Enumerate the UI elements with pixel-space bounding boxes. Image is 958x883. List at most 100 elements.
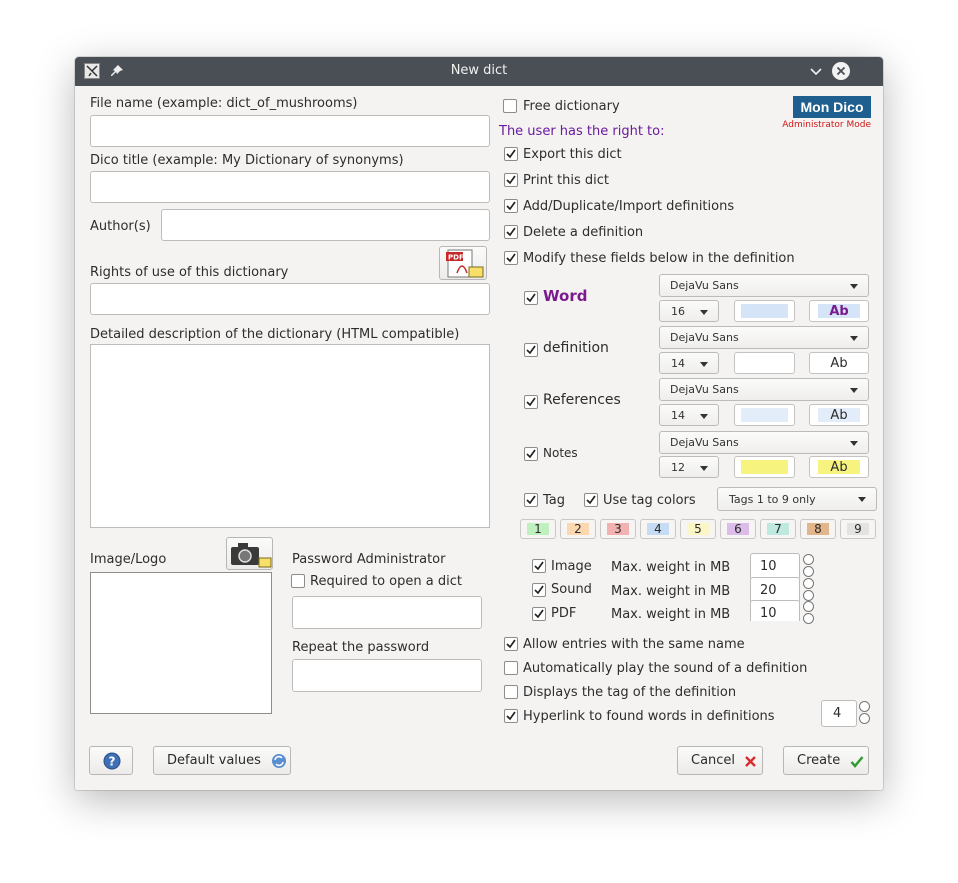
notes-size-select[interactable]: 12 [659,456,719,478]
export-checkbox[interactable] [504,147,518,161]
pdf-weight-stepper[interactable] [803,601,814,625]
word-bg-color-button[interactable] [734,300,795,322]
tag-button-6[interactable]: 6 [720,519,756,539]
refresh-icon [272,754,286,768]
svg-text:PDF: PDF [448,254,464,262]
word-style-button[interactable]: Ab [809,300,869,322]
pdf-weight-input[interactable]: 10 [750,600,800,621]
chevron-down-icon [700,466,708,471]
word-field-checkbox[interactable] [524,291,538,305]
references-style-button[interactable]: Ab [809,404,869,426]
decrement-icon[interactable] [803,590,814,601]
notes-style-button[interactable]: Ab [809,456,869,478]
references-bg-color-button[interactable] [734,404,795,426]
delete-definition-checkbox[interactable] [504,225,518,239]
use-tag-colors-checkbox[interactable] [584,493,598,507]
tag-button-3[interactable]: 3 [600,519,636,539]
definition-font-select[interactable]: DejaVu Sans [659,326,869,349]
display-tag-checkbox[interactable] [504,685,518,699]
print-checkbox[interactable] [504,173,518,187]
tag-button-8[interactable]: 8 [800,519,836,539]
chevron-down-icon[interactable] [809,65,823,79]
word-size-select[interactable]: 16 [659,300,719,322]
decrement-icon[interactable] [859,713,870,724]
authors-input[interactable] [161,209,490,241]
tag-button-1[interactable]: 1 [520,519,556,539]
definition-font-value: DejaVu Sans [670,331,739,344]
notes-bg-color-button[interactable] [734,456,795,478]
word-size-value: 16 [671,305,685,318]
definition-bg-swatch [741,356,788,370]
create-label: Create [797,753,841,768]
choose-image-button[interactable] [226,537,273,570]
image-media-label: Image [551,559,592,574]
delete-definition-label: Delete a definition [523,225,644,240]
tag-button-7[interactable]: 7 [760,519,796,539]
word-style-sample: Ab [818,304,860,319]
tag-5-label: 5 [687,523,709,536]
chevron-down-icon [850,441,858,446]
free-dictionary-checkbox[interactable] [503,99,517,113]
chevron-down-icon [700,414,708,419]
same-name-label: Allow entries with the same name [523,637,745,652]
increment-icon[interactable] [859,701,870,712]
definition-bg-color-button[interactable] [734,352,795,374]
tag-checkbox[interactable] [524,493,538,507]
definition-field-checkbox[interactable] [524,343,538,357]
references-style-sample: Ab [818,408,860,423]
add-definitions-checkbox[interactable] [504,199,518,213]
cancel-button[interactable]: Cancel [677,746,763,775]
notes-style-sample: Ab [818,460,860,475]
definition-size-select[interactable]: 14 [659,352,719,374]
hyperlink-checkbox[interactable] [504,709,518,723]
create-button[interactable]: Create [783,746,869,775]
sound-media-checkbox[interactable] [532,583,546,597]
tag-button-5[interactable]: 5 [680,519,716,539]
definition-style-button[interactable]: Ab [809,352,869,374]
required-checkbox[interactable] [291,574,305,588]
autoplay-sound-checkbox[interactable] [504,661,518,675]
pdf-media-checkbox[interactable] [532,607,546,621]
image-logo-preview[interactable] [90,572,272,714]
references-size-select[interactable]: 14 [659,404,719,426]
chevron-down-icon [700,310,708,315]
tags-range-select[interactable]: Tags 1 to 9 only [717,487,877,511]
image-weight-stepper[interactable] [803,554,814,578]
close-icon[interactable] [832,62,850,80]
default-values-button[interactable]: Default values [153,746,291,775]
notes-field-checkbox[interactable] [524,447,538,461]
increment-icon[interactable] [803,601,814,612]
tag-button-2[interactable]: 2 [560,519,596,539]
dico-title-input[interactable] [90,171,490,203]
sound-weight-value: 20 [760,583,777,598]
tag-button-9[interactable]: 9 [840,519,876,539]
modify-fields-checkbox[interactable] [504,251,518,265]
decrement-icon[interactable] [803,613,814,624]
references-field-label: References [543,392,621,408]
image-media-checkbox[interactable] [532,559,546,573]
decrement-icon[interactable] [803,566,814,577]
password-input[interactable] [292,596,482,629]
chevron-down-icon [850,336,858,341]
word-bg-swatch [741,304,788,318]
checkmark-icon [850,756,864,768]
description-textarea[interactable] [90,344,490,528]
increment-icon[interactable] [803,554,814,565]
increment-icon[interactable] [803,578,814,589]
import-pdf-button[interactable]: PDF [439,246,487,280]
references-field-checkbox[interactable] [524,395,538,409]
hyperlink-count-input[interactable]: 4 [821,700,857,727]
sound-weight-stepper[interactable] [803,578,814,602]
dico-title-label: Dico title (example: My Dictionary of sy… [90,153,404,168]
file-name-input[interactable] [90,115,490,147]
word-font-select[interactable]: DejaVu Sans [659,274,869,297]
same-name-checkbox[interactable] [504,637,518,651]
tag-button-4[interactable]: 4 [640,519,676,539]
image-weight-input[interactable]: 10 [750,553,800,580]
rights-input[interactable] [90,283,490,315]
hyperlink-count-stepper[interactable] [859,701,870,725]
references-font-select[interactable]: DejaVu Sans [659,378,869,401]
help-button[interactable]: ? [89,746,133,775]
repeat-password-input[interactable] [292,659,482,692]
notes-font-select[interactable]: DejaVu Sans [659,431,869,454]
